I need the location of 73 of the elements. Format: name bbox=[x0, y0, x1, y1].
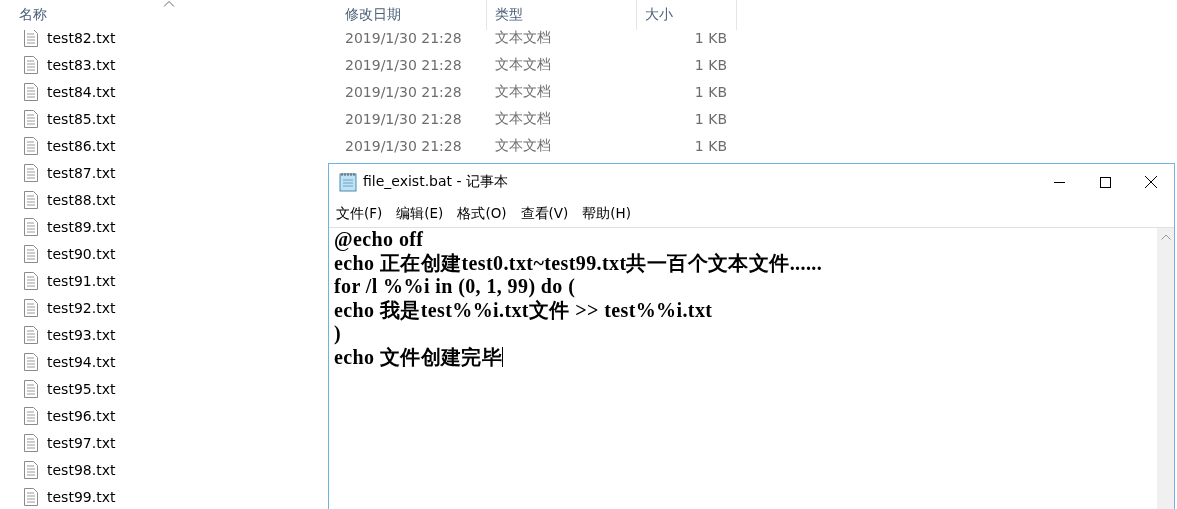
file-name[interactable]: test94.txt bbox=[47, 353, 116, 370]
code-line: echo 文件创建完毕 bbox=[334, 345, 503, 369]
code-line: for /l %%i in (0, 1, 99) do ( bbox=[334, 275, 576, 299]
file-name[interactable]: test84.txt bbox=[47, 83, 116, 100]
text-file-icon bbox=[24, 136, 38, 155]
file-name[interactable]: test96.txt bbox=[47, 407, 116, 424]
file-name[interactable]: test91.txt bbox=[47, 272, 116, 289]
menu-item[interactable]: 格式(O) bbox=[457, 204, 507, 223]
file-name[interactable]: test90.txt bbox=[47, 245, 116, 262]
code-line: echo 正在创建test0.txt~test99.txt共一百个文本文件...... bbox=[334, 251, 823, 275]
file-name[interactable]: test87.txt bbox=[47, 164, 116, 181]
file-type: 文本文档 bbox=[495, 28, 551, 45]
modified-date: 2019/1/30 21:28 bbox=[345, 110, 462, 127]
file-type: 文本文档 bbox=[495, 55, 551, 72]
text-file-icon bbox=[24, 271, 38, 290]
modified-date: 2019/1/30 21:28 bbox=[345, 56, 462, 73]
text-file-icon bbox=[24, 190, 38, 209]
file-name[interactable]: test89.txt bbox=[47, 218, 116, 235]
column-header[interactable]: 类型 bbox=[487, 0, 637, 30]
text-file-icon bbox=[24, 217, 38, 236]
text-editor[interactable]: @echo off echo 正在创建test0.txt~test99.txt共一百个文本文件...... for /l %%i in (0, 1, 99) do ( echo 我是test%%i.txt文件 >> test%%i.txt ) echo 文件创建完毕 bbox=[329, 228, 1157, 509]
column-header[interactable]: 名称 bbox=[0, 0, 337, 30]
file-name[interactable]: test95.txt bbox=[47, 380, 116, 397]
code-line: @echo off bbox=[334, 228, 424, 252]
file-name[interactable]: test85.txt bbox=[47, 110, 116, 127]
file-name[interactable]: test93.txt bbox=[47, 326, 116, 343]
file-name[interactable]: test97.txt bbox=[47, 434, 116, 451]
text-file-icon bbox=[24, 487, 38, 506]
file-size: 1 KB bbox=[694, 110, 727, 127]
file-name[interactable]: test83.txt bbox=[47, 56, 116, 73]
maximize-icon bbox=[1099, 176, 1111, 188]
file-name[interactable]: test86.txt bbox=[47, 137, 116, 154]
text-file-icon bbox=[24, 352, 38, 371]
scroll-up-icon[interactable] bbox=[1160, 234, 1171, 240]
file-type: 文本文档 bbox=[495, 136, 551, 153]
file-name[interactable]: test88.txt bbox=[47, 191, 116, 208]
column-header[interactable]: 修改日期 bbox=[337, 0, 487, 30]
file-name[interactable]: test82.txt bbox=[47, 29, 116, 46]
code-line: ) bbox=[334, 322, 342, 346]
text-file-icon bbox=[24, 55, 38, 74]
scrollbar[interactable] bbox=[1157, 228, 1174, 509]
modified-date: 2019/1/30 21:28 bbox=[345, 137, 462, 154]
text-file-icon bbox=[24, 460, 38, 479]
file-name[interactable]: test98.txt bbox=[47, 461, 116, 478]
menu-item[interactable]: 文件(F) bbox=[336, 204, 383, 223]
text-file-icon bbox=[24, 163, 38, 182]
file-type: 文本文档 bbox=[495, 82, 551, 99]
file-name[interactable]: test99.txt bbox=[47, 488, 116, 505]
window-title: file_exist.bat - 记事本 bbox=[363, 173, 508, 191]
close-icon bbox=[1145, 176, 1157, 188]
text-file-icon bbox=[24, 325, 38, 344]
text-file-icon bbox=[24, 244, 38, 263]
file-size: 1 KB bbox=[694, 83, 727, 100]
file-size: 1 KB bbox=[694, 137, 727, 154]
text-cursor bbox=[502, 347, 504, 368]
file-type: 文本文档 bbox=[495, 109, 551, 126]
text-file-icon bbox=[24, 298, 38, 317]
code-line: echo 我是test%%i.txt文件 >> test%%i.txt bbox=[334, 298, 713, 322]
menu-item[interactable]: 帮助(H) bbox=[582, 204, 632, 223]
text-file-icon bbox=[24, 82, 38, 101]
menu-item[interactable]: 编辑(E) bbox=[396, 204, 444, 223]
text-file-icon bbox=[24, 109, 38, 128]
text-file-icon bbox=[24, 379, 38, 398]
file-size: 1 KB bbox=[694, 29, 727, 46]
notepad-icon bbox=[339, 172, 357, 192]
text-file-icon bbox=[24, 433, 38, 452]
file-size: 1 KB bbox=[694, 56, 727, 73]
file-name[interactable]: test92.txt bbox=[47, 299, 116, 316]
modified-date: 2019/1/30 21:28 bbox=[345, 29, 462, 46]
menu-item[interactable]: 查看(V) bbox=[520, 204, 569, 223]
modified-date: 2019/1/30 21:28 bbox=[345, 83, 462, 100]
text-file-icon bbox=[24, 406, 38, 425]
column-header[interactable]: 大小 bbox=[637, 0, 737, 30]
